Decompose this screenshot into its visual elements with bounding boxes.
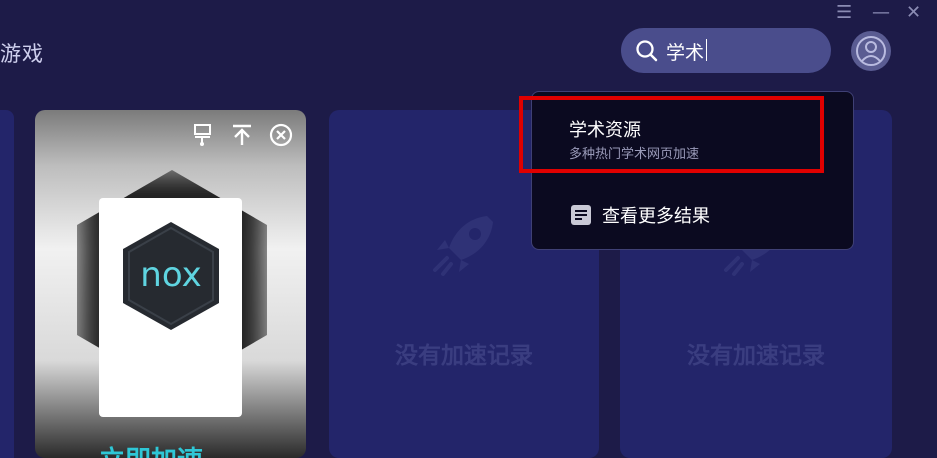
view-more-label: 查看更多结果 — [602, 206, 710, 227]
document-icon — [571, 205, 591, 225]
app-tile: nox — [99, 198, 242, 417]
menu-icon[interactable]: ☰ — [836, 2, 852, 23]
game-card[interactable]: nox 立即加速 — [35, 110, 306, 458]
accelerate-button[interactable]: 立即加速 — [99, 440, 203, 458]
pin-top-icon[interactable] — [231, 123, 253, 151]
text-caret — [706, 39, 707, 61]
highlight-annotation — [519, 96, 824, 173]
search-icon — [635, 39, 659, 67]
view-more-results-button[interactable]: 查看更多结果 — [570, 202, 710, 228]
empty-label: 没有加速记录 — [395, 343, 533, 369]
empty-label: 没有加速记录 — [687, 343, 825, 369]
app-logo: nox — [123, 222, 219, 330]
avatar[interactable] — [851, 31, 891, 71]
rocket-icon — [433, 216, 493, 276]
user-icon — [856, 36, 886, 66]
pin-to-desktop-icon[interactable] — [192, 123, 214, 151]
svg-text:nox: nox — [140, 255, 201, 295]
remove-icon[interactable] — [269, 123, 293, 151]
page-title-partial: 游戏 — [0, 42, 44, 66]
search-box[interactable]: 学术 — [621, 28, 831, 73]
left-panel-edge — [0, 110, 14, 458]
search-input[interactable]: 学术 — [666, 38, 704, 65]
minimize-icon[interactable]: — — [872, 2, 890, 23]
close-icon[interactable]: ✕ — [906, 2, 921, 23]
